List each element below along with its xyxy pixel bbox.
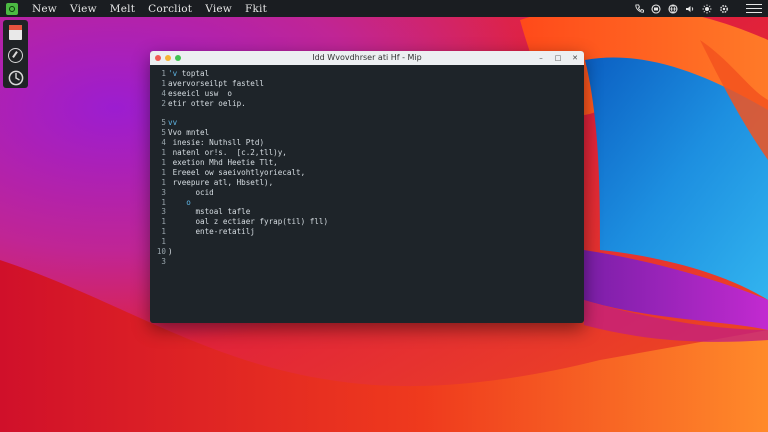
file-icon xyxy=(9,24,22,40)
line-number: 2 xyxy=(161,98,166,108)
line-number: 1 xyxy=(161,197,166,207)
code-line[interactable]: ocid xyxy=(168,188,328,198)
code-text: ) xyxy=(168,247,173,257)
line-number: 1 xyxy=(161,237,166,247)
code-line[interactable]: mstoal tafle xyxy=(168,207,328,217)
code-line[interactable]: vv xyxy=(168,118,328,128)
code-text: mstoal tafle xyxy=(195,207,251,217)
code-text: inesie: Nuthsll Ptd) xyxy=(172,138,265,148)
system-tray xyxy=(634,3,762,14)
code-keyword: 'v xyxy=(168,69,182,78)
app-logo-icon[interactable] xyxy=(6,2,18,15)
dock-item-file[interactable] xyxy=(7,23,25,41)
code-line[interactable] xyxy=(168,257,328,267)
line-number-gutter: 1 1 4 2 5 5 4 1 1 1 1 3 1 3 1 1 1 10 3 xyxy=(154,69,166,267)
window-titlebar[interactable]: Idd Wvovdhrser ati Hf - Mip – □ ✕ xyxy=(150,51,584,65)
menu-corcliot[interactable]: Corcliot xyxy=(148,3,192,15)
code-text: oal z ectiaer fyrap(til) fll) xyxy=(195,217,329,227)
code-text: ente-retatilj xyxy=(195,227,255,237)
phone-icon[interactable] xyxy=(634,4,644,14)
code-text: avervorseilpt fastell xyxy=(168,78,265,88)
code-text: rveepure atl, Hbsetl), xyxy=(172,177,274,187)
line-number: 1 xyxy=(161,78,166,88)
code-text: eseeicl usw o xyxy=(168,88,233,98)
code-line[interactable]: avervorseilpt fastell xyxy=(168,79,328,89)
line-number: 1 xyxy=(161,227,166,237)
code-text: Vvo mntel xyxy=(168,128,210,138)
brightness-icon[interactable] xyxy=(702,4,712,14)
menu-melt[interactable]: Melt xyxy=(110,3,135,15)
dock-item-compass[interactable] xyxy=(7,69,25,87)
code-line[interactable]: rveepure atl, Hbsetl), xyxy=(168,178,328,188)
line-number: 3 xyxy=(161,187,166,197)
code-line[interactable] xyxy=(168,109,328,119)
code-content[interactable]: 'v toptal avervorseilpt fastell eseeicl us… xyxy=(168,69,328,267)
line-number: 1 xyxy=(161,158,166,168)
line-number: 1 xyxy=(161,217,166,227)
browser-icon xyxy=(8,47,23,63)
compass-icon xyxy=(8,70,23,86)
line-number: 1 xyxy=(161,167,166,177)
line-number: 1 xyxy=(161,177,166,187)
line-number: 3 xyxy=(161,256,166,266)
code-text: vv xyxy=(168,118,178,128)
code-line[interactable] xyxy=(168,237,328,247)
line-number: 10 xyxy=(156,247,166,257)
settings-icon[interactable] xyxy=(719,4,729,14)
code-line[interactable]: ) xyxy=(168,247,328,257)
line-number xyxy=(154,109,166,119)
code-line[interactable]: ente-retatilj xyxy=(168,227,328,237)
code-line[interactable]: oal z ectiaer fyrap(til) fll) xyxy=(168,217,328,227)
code-line[interactable]: eseeicl usw o xyxy=(168,89,328,99)
window-title: Idd Wvovdhrser ati Hf - Mip xyxy=(312,53,422,62)
menu-hamburger-icon[interactable] xyxy=(746,4,762,13)
line-number: 1 xyxy=(161,69,166,78)
code-line[interactable]: etir otter oelip. xyxy=(168,99,328,109)
menu-fkit[interactable]: Fkit xyxy=(245,3,267,15)
code-line[interactable]: Ereeel ow saeivohtlyoriecalt, xyxy=(168,168,328,178)
menu-view[interactable]: View xyxy=(70,3,97,15)
dock-item-browser[interactable] xyxy=(7,46,25,64)
code-text: ocid xyxy=(195,187,214,197)
code-editor-window[interactable]: Idd Wvovdhrser ati Hf - Mip – □ ✕ 114255… xyxy=(150,51,584,323)
code-line[interactable]: o xyxy=(168,198,328,208)
code-text: Ereeel ow saeivohtlyoriecalt, xyxy=(172,167,306,177)
line-number: 1 xyxy=(161,148,166,158)
code-text: natenl or!s. [c.2,tll)y, xyxy=(172,148,287,158)
line-number: 5 xyxy=(161,118,166,128)
code-text: etir otter oelip. xyxy=(168,98,246,108)
code-line[interactable]: natenl or!s. [c.2,tll)y, xyxy=(168,148,328,158)
code-text: toptal xyxy=(181,69,210,78)
code-area[interactable]: 1 1 4 2 5 5 4 1 1 1 1 3 1 3 1 1 1 10 3 'v toptal avervorsei… xyxy=(150,65,584,323)
code-text: exetion Mhd Heetie Tlt, xyxy=(172,158,278,168)
line-number: 5 xyxy=(161,128,166,138)
top-menu-bar: New View Melt Corcliot View Fkit xyxy=(0,0,768,17)
code-text: o xyxy=(186,197,191,207)
code-line[interactable]: 'v toptal xyxy=(168,69,328,79)
code-line[interactable]: exetion Mhd Heetie Tlt, xyxy=(168,158,328,168)
display-icon[interactable] xyxy=(651,3,661,14)
line-number: 4 xyxy=(161,88,166,98)
code-line[interactable]: inesie: Nuthsll Ptd) xyxy=(168,138,328,148)
globe-icon[interactable] xyxy=(668,3,678,14)
volume-icon[interactable] xyxy=(685,4,695,14)
menu-view-2[interactable]: View xyxy=(205,3,232,15)
line-number: 4 xyxy=(161,138,166,148)
line-number: 3 xyxy=(161,207,166,217)
menu-new[interactable]: New xyxy=(32,3,57,15)
code-line[interactable]: Vvo mntel xyxy=(168,128,328,138)
left-dock xyxy=(3,20,28,88)
